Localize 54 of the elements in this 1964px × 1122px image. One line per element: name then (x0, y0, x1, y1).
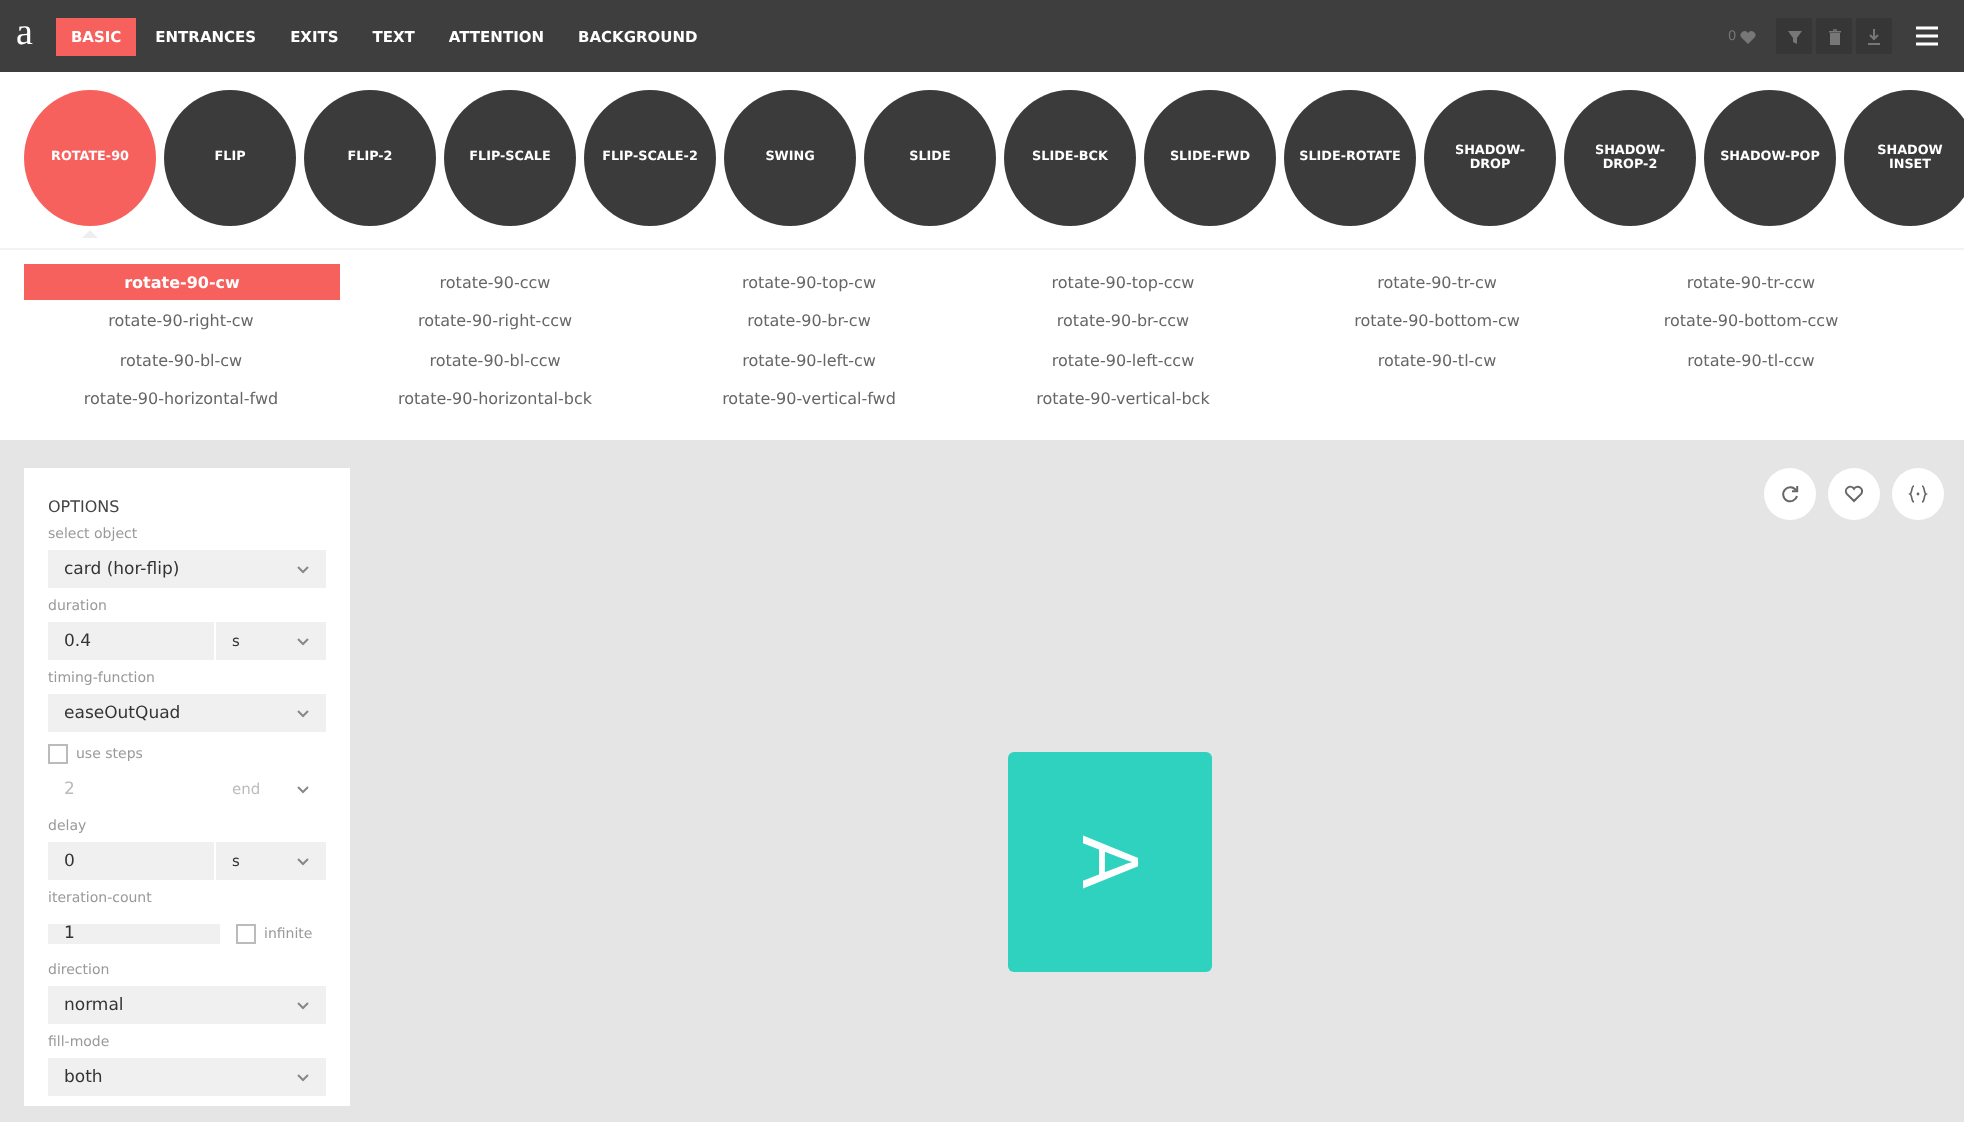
variant-item[interactable]: rotate-90-tl-ccw (1594, 342, 1908, 378)
braces-icon (1908, 484, 1928, 504)
trash-button[interactable] (1816, 18, 1852, 54)
input-field[interactable]: 1 (48, 923, 220, 943)
variant-item[interactable]: rotate-90-vertical-bck (966, 381, 1280, 417)
favorite-button[interactable] (1828, 468, 1880, 520)
select-field[interactable]: card (hor-flip) (48, 550, 326, 588)
heart-icon[interactable] (1740, 29, 1756, 43)
variant-item[interactable]: rotate-90-bl-ccw (338, 342, 652, 378)
variant-item[interactable]: rotate-90-vertical-fwd (652, 381, 966, 417)
variant-item[interactable]: rotate-90-br-cw (652, 303, 966, 339)
variant-item[interactable]: rotate-90-tr-cw (1280, 264, 1594, 300)
variant-item[interactable]: rotate-90-br-ccw (966, 303, 1280, 339)
variant-item[interactable]: rotate-90-right-ccw (338, 303, 652, 339)
heart-icon (1844, 484, 1864, 504)
variant-item[interactable]: rotate-90-tl-cw (1280, 342, 1594, 378)
variant-item[interactable]: rotate-90-bottom-ccw (1594, 303, 1908, 339)
input-field[interactable]: 0 (48, 842, 214, 880)
refresh-button[interactable] (1764, 468, 1816, 520)
select-field[interactable]: easeOutQuad (48, 694, 326, 732)
variant-item[interactable]: rotate-90-left-ccw (966, 342, 1280, 378)
caret-icon (296, 708, 310, 718)
card-letter: A (1069, 835, 1149, 889)
logo: a (16, 13, 33, 51)
caret-icon (296, 784, 310, 794)
menu-icon (1915, 26, 1937, 46)
select-field[interactable]: both (48, 1058, 326, 1096)
variant-item[interactable]: rotate-90-top-ccw (966, 264, 1280, 300)
filter-icon (1785, 27, 1803, 45)
variant-item[interactable]: rotate-90-left-cw (652, 342, 966, 378)
variant-item[interactable]: rotate-90-horizontal-bck (338, 381, 652, 417)
input-field[interactable]: 0.4 (48, 622, 214, 660)
select-field[interactable]: normal (48, 986, 326, 1024)
variant-item[interactable]: rotate-90-top-cw (652, 264, 966, 300)
download-icon (1865, 27, 1883, 45)
caret-icon (296, 1000, 310, 1010)
caret-icon (296, 564, 310, 574)
caret-icon (296, 856, 310, 866)
variant-item[interactable]: rotate-90-bottom-cw (1280, 303, 1594, 339)
download-button[interactable] (1856, 18, 1892, 54)
variant-item[interactable]: rotate-90-right-cw (24, 303, 338, 339)
filter-button[interactable] (1776, 18, 1812, 54)
code-button[interactable] (1892, 468, 1944, 520)
caret-icon (296, 636, 310, 646)
variant-item[interactable]: rotate-90-horizontal-fwd (24, 381, 338, 417)
variant-item[interactable]: rotate-90-tr-ccw (1594, 264, 1908, 300)
refresh-icon (1780, 484, 1800, 504)
caret-icon (296, 1072, 310, 1082)
checkbox[interactable] (48, 743, 68, 763)
variant-item[interactable]: rotate-90-bl-cw (24, 342, 338, 378)
options-title: OPTIONS (48, 498, 122, 516)
checkbox[interactable] (236, 923, 256, 943)
variant-item[interactable]: rotate-90-ccw (338, 264, 652, 300)
trash-icon (1825, 27, 1843, 45)
